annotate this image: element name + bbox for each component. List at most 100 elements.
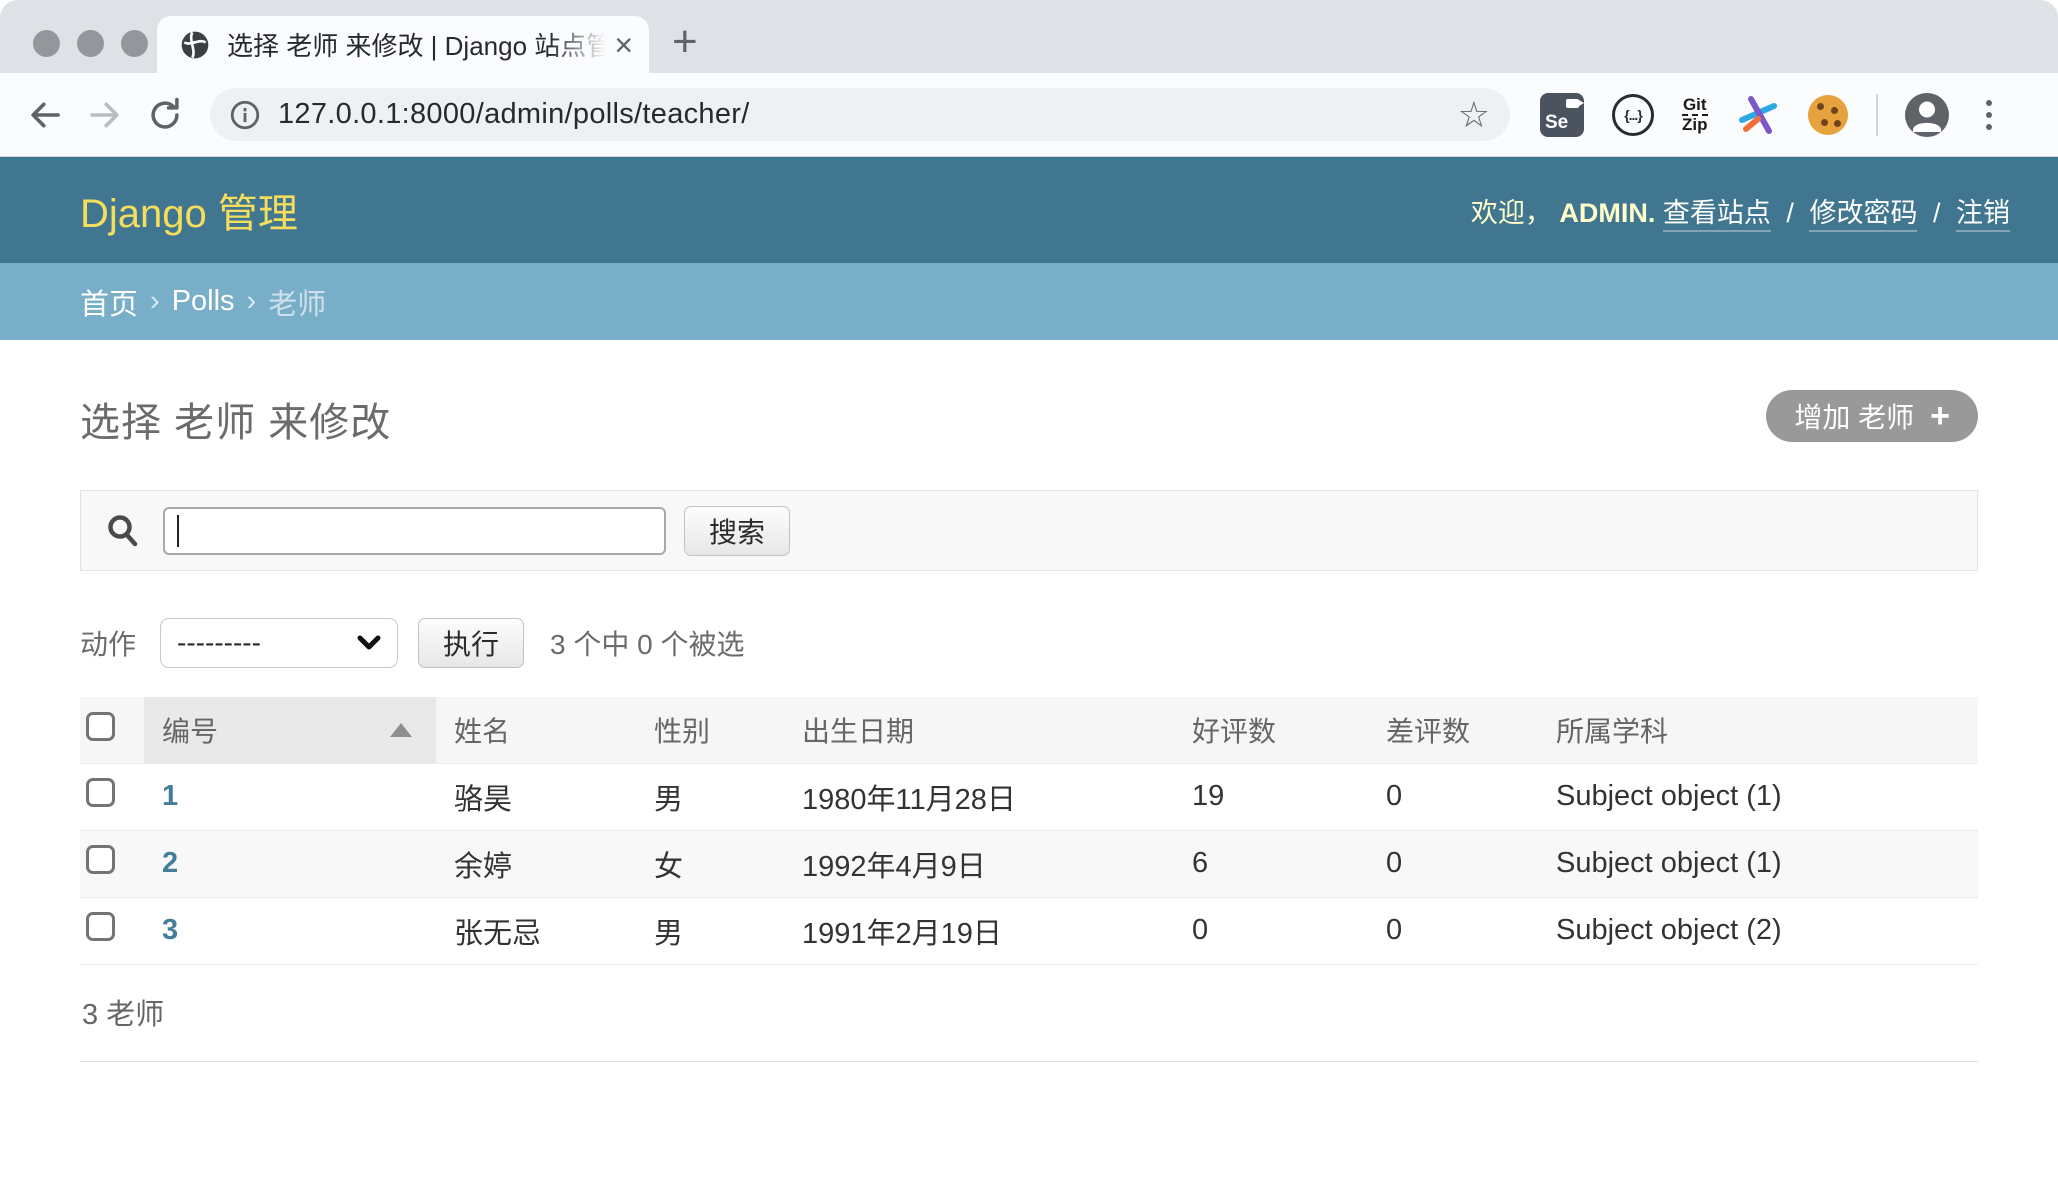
extensions-bar: Se {...} GitZip xyxy=(1540,93,1848,137)
breadcrumb-polls-link[interactable]: Polls xyxy=(172,285,235,318)
cell-good: 19 xyxy=(1174,763,1368,830)
cookie-extension-icon[interactable] xyxy=(1808,95,1848,135)
search-panel: 搜索 xyxy=(80,490,1978,571)
cell-subject: Subject object (1) xyxy=(1538,763,1978,830)
close-window-button[interactable] xyxy=(33,30,60,57)
view-site-link[interactable]: 查看站点 xyxy=(1663,198,1771,232)
selenium-extension-icon[interactable]: Se xyxy=(1540,93,1584,137)
tab-close-icon[interactable]: × xyxy=(614,29,633,61)
add-button-label: 增加 老师 xyxy=(1794,396,1914,436)
changelist-content: 选择 老师 来修改 增加 老师 + 搜索 动作 --------- xyxy=(0,390,2058,1062)
breadcrumb: 首页 › Polls › 老师 xyxy=(0,263,2058,340)
column-header-gender[interactable]: 性别 xyxy=(636,697,784,763)
add-teacher-button[interactable]: 增加 老师 + xyxy=(1766,390,1978,442)
cell-bad: 0 xyxy=(1368,763,1538,830)
cell-subject: Subject object (2) xyxy=(1538,897,1978,964)
address-bar[interactable]: 127.0.0.1:8000/admin/polls/teacher/ ☆ xyxy=(210,88,1510,141)
row-id-link[interactable]: 1 xyxy=(162,780,178,812)
breadcrumb-current: 老师 xyxy=(268,281,326,323)
forward-button[interactable] xyxy=(82,92,128,138)
cell-gender: 男 xyxy=(636,763,784,830)
chrome-menu-icon[interactable] xyxy=(1980,94,1998,136)
search-button[interactable]: 搜索 xyxy=(684,506,790,556)
tab-strip: 选择 老师 来修改 | Django 站点管理 × + xyxy=(0,0,2058,73)
row-checkbox[interactable] xyxy=(86,912,115,941)
admin-header: Django 管理 欢迎， ADMIN. 查看站点 / 修改密码 / 注销 xyxy=(0,157,2058,263)
selection-counter: 3 个中 0 个被选 xyxy=(550,623,744,663)
action-select[interactable]: --------- xyxy=(160,618,398,668)
browser-window: 选择 老师 来修改 | Django 站点管理 × + 127.0.0.1:80… xyxy=(0,0,2058,1186)
actions-row: 动作 --------- 执行 3 个中 0 个被选 xyxy=(80,618,1978,668)
cell-gender: 男 xyxy=(636,897,784,964)
table-row: 1 骆昊 男 1980年11月28日 19 0 Subject object (… xyxy=(80,763,1978,830)
tab-title: 选择 老师 来修改 | Django 站点管理 xyxy=(227,26,606,63)
chevron-down-icon xyxy=(357,634,381,652)
cell-birthday: 1992年4月9日 xyxy=(784,830,1174,897)
browser-tab[interactable]: 选择 老师 来修改 | Django 站点管理 × xyxy=(157,16,649,73)
breadcrumb-separator: › xyxy=(247,285,257,318)
logout-link[interactable]: 注销 xyxy=(1956,198,2010,232)
select-all-checkbox[interactable] xyxy=(86,712,115,741)
page-title: 选择 老师 来修改 xyxy=(80,390,391,448)
row-id-link[interactable]: 2 xyxy=(162,847,178,879)
back-button[interactable] xyxy=(22,92,68,138)
sort-ascending-icon[interactable] xyxy=(390,723,412,737)
table-header-row: 编号 姓名 性别 出生日期 好评数 差评数 所属学科 xyxy=(80,697,1978,763)
reload-button[interactable] xyxy=(142,92,188,138)
user-tools: 欢迎， ADMIN. 查看站点 / 修改密码 / 注销 xyxy=(1471,191,2010,230)
site-branding[interactable]: Django 管理 xyxy=(80,181,298,239)
table-row: 3 张无忌 男 1991年2月19日 0 0 Subject object (2… xyxy=(80,897,1978,964)
result-count: 3 老师 xyxy=(80,965,1978,1062)
new-tab-button[interactable]: + xyxy=(672,14,698,70)
axe-extension-icon[interactable] xyxy=(1736,93,1780,137)
profile-avatar-icon[interactable] xyxy=(1904,92,1950,138)
breadcrumb-separator: › xyxy=(150,285,160,318)
search-input[interactable] xyxy=(163,507,666,555)
browser-toolbar: 127.0.0.1:8000/admin/polls/teacher/ ☆ Se… xyxy=(0,73,2058,157)
cell-name: 余婷 xyxy=(436,830,636,897)
search-icon xyxy=(105,513,141,549)
column-header-subject[interactable]: 所属学科 xyxy=(1538,697,1978,763)
cell-name: 骆昊 xyxy=(436,763,636,830)
column-header-name[interactable]: 姓名 xyxy=(436,697,636,763)
row-id-link[interactable]: 3 xyxy=(162,914,178,946)
teacher-table: 编号 姓名 性别 出生日期 好评数 差评数 所属学科 1 骆昊 男 1980年1… xyxy=(80,697,1978,965)
column-header-birthday[interactable]: 出生日期 xyxy=(784,697,1174,763)
cell-birthday: 1980年11月28日 xyxy=(784,763,1174,830)
row-checkbox[interactable] xyxy=(86,778,115,807)
cell-good: 0 xyxy=(1174,897,1368,964)
gitzip-extension-icon[interactable]: GitZip xyxy=(1682,97,1708,133)
zoom-window-button[interactable] xyxy=(121,30,148,57)
cell-good: 6 xyxy=(1174,830,1368,897)
cell-subject: Subject object (1) xyxy=(1538,830,1978,897)
window-controls[interactable] xyxy=(33,30,148,57)
url-text[interactable]: 127.0.0.1:8000/admin/polls/teacher/ xyxy=(278,98,1458,131)
cell-name: 张无忌 xyxy=(436,897,636,964)
minimize-window-button[interactable] xyxy=(77,30,104,57)
action-select-value: --------- xyxy=(177,627,261,659)
cell-birthday: 1991年2月19日 xyxy=(784,897,1174,964)
bookmark-star-icon[interactable]: ☆ xyxy=(1458,97,1490,133)
column-header-bad[interactable]: 差评数 xyxy=(1368,697,1538,763)
breadcrumb-home-link[interactable]: 首页 xyxy=(80,281,138,323)
toolbar-divider xyxy=(1876,94,1878,136)
json-viewer-extension-icon[interactable]: {...} xyxy=(1612,94,1654,136)
plus-icon: + xyxy=(1930,399,1950,433)
row-checkbox[interactable] xyxy=(86,845,115,874)
link-separator: / xyxy=(1786,198,1794,228)
execute-action-button[interactable]: 执行 xyxy=(418,618,524,668)
welcome-text: 欢迎， xyxy=(1471,198,1552,228)
column-header-good[interactable]: 好评数 xyxy=(1174,697,1368,763)
link-separator: / xyxy=(1933,198,1941,228)
column-header-id[interactable]: 编号 xyxy=(144,697,436,763)
cell-gender: 女 xyxy=(636,830,784,897)
change-password-link[interactable]: 修改密码 xyxy=(1809,198,1917,232)
page-info-icon[interactable] xyxy=(228,98,262,132)
text-caret xyxy=(177,515,179,547)
username-text: ADMIN. xyxy=(1559,198,1655,228)
cell-bad: 0 xyxy=(1368,897,1538,964)
cell-bad: 0 xyxy=(1368,830,1538,897)
table-row: 2 余婷 女 1992年4月9日 6 0 Subject object (1) xyxy=(80,830,1978,897)
globe-favicon-icon xyxy=(179,29,211,61)
actions-label: 动作 xyxy=(80,623,136,663)
